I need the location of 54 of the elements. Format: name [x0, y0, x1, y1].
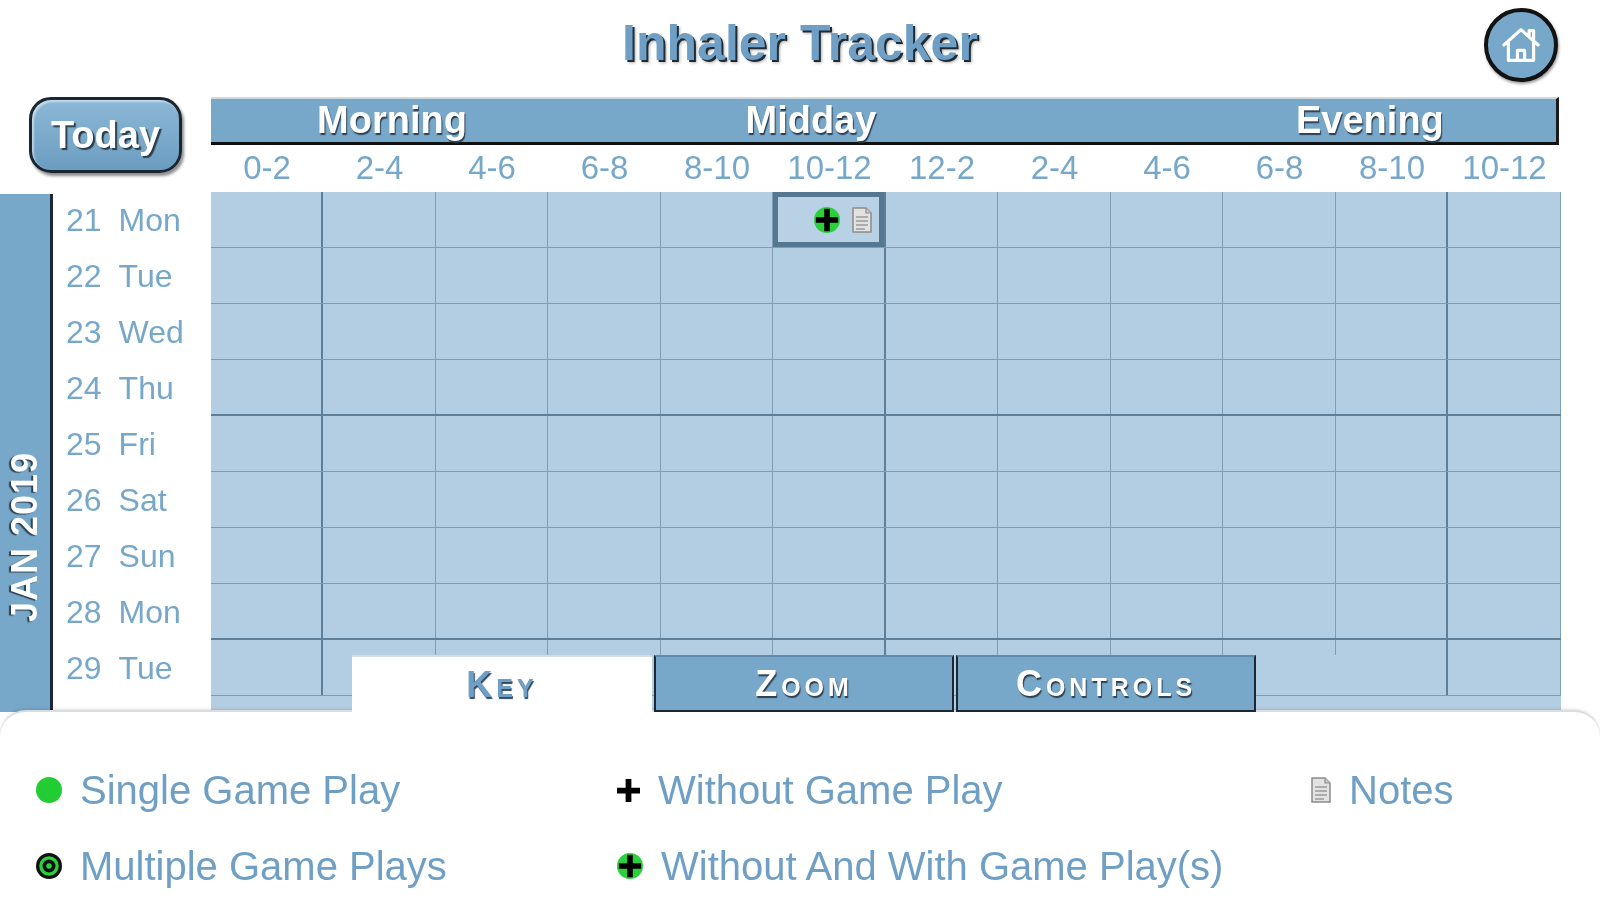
date-number: 28 [66, 593, 102, 631]
home-button[interactable] [1484, 8, 1558, 82]
period-label: Morning [317, 100, 467, 141]
home-icon [1501, 27, 1541, 63]
date-number: 29 [66, 649, 102, 687]
time-slot-label: 12-2 [908, 150, 976, 187]
date-number: 26 [66, 481, 102, 519]
weekday-label: Tue [118, 257, 173, 295]
today-button[interactable]: Today [29, 97, 182, 173]
legend-label: Multiple Game Plays [80, 844, 447, 888]
period-label: Evening [1296, 100, 1444, 141]
time-slot-label: 6-8 [1255, 150, 1304, 187]
time-slot-label: 2-4 [355, 150, 404, 187]
date-number: 24 [66, 369, 102, 407]
month-label: JAN 2019 [6, 451, 44, 622]
weekday-label: Sat [118, 481, 167, 519]
plus-icon [617, 778, 640, 802]
date-number: 25 [66, 425, 102, 463]
tab[interactable]: Zoom [654, 655, 954, 712]
weekday-label: Sun [118, 537, 176, 575]
time-slot-label: 8-10 [683, 150, 751, 187]
legend-label: Single Game Play [80, 768, 401, 812]
date-number: 27 [66, 537, 102, 575]
note-icon [852, 206, 872, 233]
plus-circle-icon [814, 206, 840, 233]
weekday-label: Tue [118, 649, 173, 687]
time-slot-label: 10-12 [787, 150, 872, 187]
legend-label: Notes [1349, 768, 1454, 812]
time-slot-label: 2-4 [1030, 150, 1079, 187]
dot-icon [36, 777, 62, 803]
date-number: 23 [66, 313, 102, 351]
target-icon [36, 853, 62, 879]
weekday-label: Mon [118, 593, 181, 631]
weekday-label: Mon [118, 201, 181, 239]
legend-label: Without And With Game Play(s) [661, 844, 1224, 888]
time-slot-label: 6-8 [580, 150, 629, 187]
time-slot-label: 0-2 [243, 150, 291, 187]
period-label: Midday [745, 100, 877, 141]
tab[interactable]: Key [352, 655, 652, 712]
date-number: 21 [66, 201, 102, 239]
note-icon [1311, 777, 1331, 803]
weekday-label: Wed [118, 313, 184, 351]
date-number: 22 [66, 257, 102, 295]
weekday-label: Fri [118, 425, 156, 463]
time-slot-label: 10-12 [1462, 150, 1547, 187]
time-slot-cell[interactable] [773, 192, 886, 247]
tab[interactable]: Controls [956, 655, 1256, 712]
legend-label: Without Game Play [658, 768, 1003, 812]
weekday-label: Thu [118, 369, 174, 407]
app-title: Inhaler Tracker [622, 16, 978, 71]
plus-circle-icon [617, 853, 643, 879]
time-slot-label: 4-6 [468, 150, 516, 187]
time-slot-label: 8-10 [1358, 150, 1426, 187]
time-slot-label: 4-6 [1143, 150, 1191, 187]
